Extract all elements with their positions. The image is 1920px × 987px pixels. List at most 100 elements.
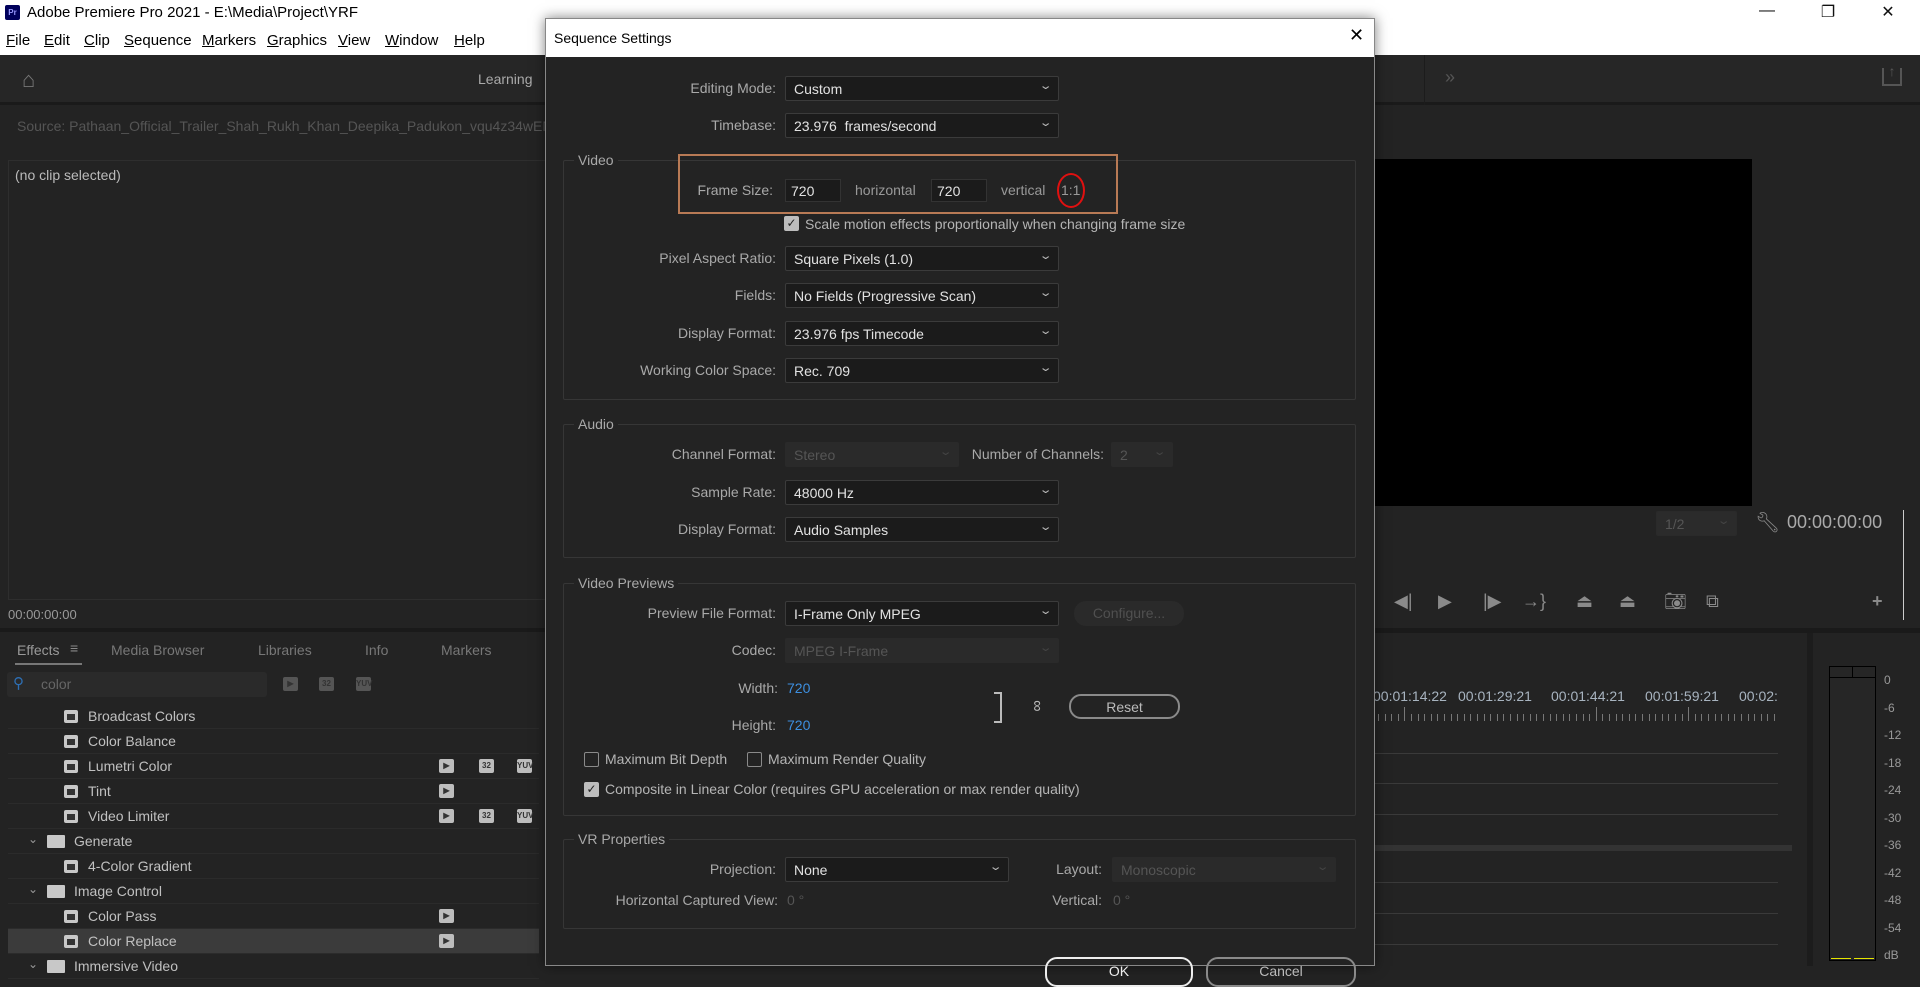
annotation-circle xyxy=(1057,173,1085,208)
play-icon[interactable]: ▶ xyxy=(1438,591,1452,612)
comparison-view-icon[interactable]: ⧉ xyxy=(1706,591,1719,612)
menu-file[interactable]: File xyxy=(6,32,30,49)
add-button-icon[interactable]: + xyxy=(1872,591,1883,612)
link-icon[interactable]: ∞ xyxy=(1028,700,1046,711)
step-back-icon[interactable]: ◀| xyxy=(1394,591,1413,612)
effects-item[interactable]: Video Limiter ▶ 32 YUV xyxy=(8,804,539,829)
sample-rate-dropdown[interactable]: 48000 Hz ⌄ xyxy=(785,480,1059,505)
layout-value: Monoscopic xyxy=(1121,862,1196,878)
tab-libraries[interactable]: Libraries xyxy=(258,642,312,658)
wrench-icon[interactable]: 🔧︎ xyxy=(1755,510,1780,535)
accelerated-filter-icon[interactable]: ▶ xyxy=(283,677,298,691)
ruler-tick xyxy=(1437,714,1439,721)
channels-dropdown[interactable]: 2 ⌄ xyxy=(1111,442,1173,467)
resolution-dropdown[interactable]: 1/2 ⌄ xyxy=(1656,511,1737,536)
par-dropdown[interactable]: Square Pixels (1.0) ⌄ xyxy=(785,246,1059,271)
extract-icon[interactable]: ⏏ xyxy=(1619,591,1636,612)
configure-button[interactable]: Configure... xyxy=(1074,601,1184,626)
effects-item-label: Lumetri Color xyxy=(88,758,173,774)
more-workspaces-icon[interactable]: » xyxy=(1445,67,1455,88)
ruler-tick xyxy=(1470,714,1472,721)
preview-width-value[interactable]: 720 xyxy=(787,680,810,696)
color-space-dropdown[interactable]: Rec. 709 ⌄ xyxy=(785,358,1059,383)
effects-item[interactable]: Color Balance xyxy=(8,729,539,754)
menu-sequence[interactable]: Sequence xyxy=(124,32,192,49)
fields-dropdown[interactable]: No Fields (Progressive Scan) ⌄ xyxy=(785,283,1059,308)
frame-height-input[interactable]: 720 xyxy=(931,179,987,202)
search-input[interactable]: color xyxy=(41,676,71,692)
ruler-tick xyxy=(1661,714,1663,721)
channel-format-dropdown[interactable]: Stereo ⌄ xyxy=(785,442,959,467)
chevron-down-icon[interactable]: ⌄ xyxy=(28,882,38,896)
effects-folder[interactable]: ⌄ Image Control xyxy=(8,879,539,904)
ruler-tick xyxy=(1642,714,1643,721)
close-window-icon[interactable]: ✕ xyxy=(1868,2,1908,26)
dialog-close-icon[interactable]: ✕ xyxy=(1349,25,1364,46)
layout-dropdown[interactable]: Monoscopic ⌄ xyxy=(1112,857,1336,882)
menu-help[interactable]: Help xyxy=(454,32,485,49)
export-frame-icon[interactable]: 📷︎ xyxy=(1664,591,1687,612)
32bit-filter-icon[interactable]: 32 xyxy=(319,677,334,691)
effects-item[interactable]: Broadcast Colors xyxy=(8,704,539,729)
cancel-button[interactable]: Cancel xyxy=(1206,957,1356,987)
chevron-down-icon[interactable]: ⌄ xyxy=(28,832,38,846)
effects-item[interactable]: Lumetri Color ▶ 32 YUV xyxy=(8,754,539,779)
display-format-dropdown[interactable]: 23.976 fps Timecode ⌄ xyxy=(785,321,1059,346)
codec-dropdown[interactable]: MPEG I-Frame ⌄ xyxy=(785,638,1059,663)
restore-icon[interactable]: ❐ xyxy=(1808,2,1848,26)
no-clip-label: (no clip selected) xyxy=(15,167,121,183)
preview-height-value[interactable]: 720 xyxy=(787,717,810,733)
ruler-tick xyxy=(1615,714,1617,721)
effects-search[interactable]: ⚲ color xyxy=(7,672,267,697)
resolution-value: 1/2 xyxy=(1665,516,1685,532)
preview-format-dropdown[interactable]: I-Frame Only MPEG ⌄ xyxy=(785,601,1059,626)
tab-media-browser[interactable]: Media Browser xyxy=(111,642,204,658)
yuv-filter-icon[interactable]: YUV xyxy=(356,677,372,691)
chevron-down-icon[interactable]: ⌄ xyxy=(28,957,38,971)
ruler-tick xyxy=(1754,714,1756,721)
ruler-tick xyxy=(1701,714,1703,721)
ok-button[interactable]: OK xyxy=(1045,957,1193,987)
share-icon[interactable]: ↑ xyxy=(1882,64,1902,86)
home-icon[interactable]: ⌂ xyxy=(22,67,35,93)
editing-mode-dropdown[interactable]: Custom ⌄ xyxy=(785,76,1059,101)
timeline-scrollbar[interactable] xyxy=(1807,633,1813,966)
scale-motion-checkbox[interactable]: ✓ xyxy=(784,216,799,231)
step-forward-icon[interactable]: |▶ xyxy=(1483,591,1502,612)
menu-view[interactable]: View xyxy=(338,32,370,49)
lift-icon[interactable]: ⏏ xyxy=(1576,591,1593,612)
folder-icon xyxy=(47,960,65,973)
ruler-tick xyxy=(1721,714,1723,721)
video-audio-divider[interactable] xyxy=(1375,845,1792,851)
effects-item[interactable]: Tint ▶ xyxy=(8,779,539,804)
audio-display-format-dropdown[interactable]: Audio Samples ⌄ xyxy=(785,517,1059,542)
max-bit-depth-checkbox[interactable] xyxy=(584,752,599,767)
frame-width-input[interactable]: 720 xyxy=(785,179,841,202)
linear-color-checkbox[interactable]: ✓ xyxy=(584,782,599,797)
effects-item[interactable]: 4-Color Gradient xyxy=(8,854,539,879)
menu-window[interactable]: Window xyxy=(385,32,438,49)
menu-clip[interactable]: Clip xyxy=(84,32,110,49)
projection-dropdown[interactable]: None ⌄ xyxy=(785,857,1009,882)
effects-item[interactable]: Color Pass ▶ xyxy=(8,904,539,929)
ruler-label: 00:01:59:21 xyxy=(1645,688,1719,704)
effects-item[interactable]: Color Replace ▶ xyxy=(8,929,539,954)
ruler-tick xyxy=(1681,714,1683,721)
timebase-dropdown[interactable]: 23.976 frames/second ⌄ xyxy=(785,113,1059,138)
accelerated-effect-icon: ▶ xyxy=(439,784,454,798)
max-render-quality-checkbox[interactable] xyxy=(747,752,762,767)
workspace-learning[interactable]: Learning xyxy=(478,71,533,87)
tab-info[interactable]: Info xyxy=(365,642,388,658)
menu-markers[interactable]: Markers xyxy=(202,32,256,49)
effects-folder[interactable]: ⌄ Generate xyxy=(8,829,539,854)
tab-markers[interactable]: Markers xyxy=(441,642,492,658)
panel-menu-icon[interactable]: ≡ xyxy=(70,640,78,656)
menu-graphics[interactable]: Graphics xyxy=(267,32,327,49)
menu-edit[interactable]: Edit xyxy=(44,32,70,49)
minimize-icon[interactable]: — xyxy=(1747,2,1787,26)
effects-folder[interactable]: ⌄ Immersive Video xyxy=(8,954,539,979)
reset-button[interactable]: Reset xyxy=(1069,694,1180,719)
tab-effects[interactable]: Effects xyxy=(17,642,60,658)
go-to-out-icon[interactable]: →} xyxy=(1522,591,1546,612)
effects-item-label: Color Balance xyxy=(88,733,176,749)
